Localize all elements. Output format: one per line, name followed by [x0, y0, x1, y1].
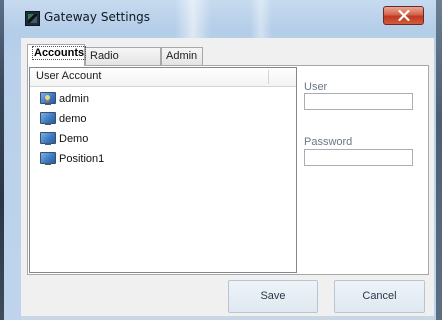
list-column-header[interactable]: User Account: [30, 68, 296, 87]
list-item-label: demo: [59, 113, 87, 125]
accounts-tab-panel: User Account admin demo Demo Position1 U…: [27, 65, 429, 275]
window-title: Gateway Settings: [44, 10, 151, 24]
list-item[interactable]: admin: [38, 91, 268, 108]
close-button[interactable]: [383, 6, 424, 25]
dialog-client-area: Accounts Radio Aliases Admin User Accoun…: [21, 38, 434, 320]
close-icon: [398, 10, 410, 21]
list-item[interactable]: Position1: [38, 151, 268, 168]
window-bottom-border: [21, 316, 434, 320]
tab-admin-label: Admin: [166, 50, 198, 62]
monitor-icon: [40, 152, 56, 166]
title-bar[interactable]: Gateway Settings: [0, 0, 442, 32]
monitor-icon: [40, 132, 56, 146]
password-field[interactable]: [304, 149, 413, 166]
user-account-list[interactable]: User Account admin demo Demo Position1: [29, 67, 297, 273]
admin-user-monitor-icon: [40, 92, 56, 106]
list-item[interactable]: demo: [38, 111, 268, 128]
list-item[interactable]: Demo: [38, 131, 268, 148]
list-item-label: admin: [59, 93, 89, 105]
column-header-user-account: User Account: [36, 70, 102, 82]
gateway-settings-window: Gateway Settings Accounts Radio Aliases …: [0, 0, 442, 320]
list-item-label: Demo: [59, 133, 89, 145]
window-border-right: [436, 0, 442, 320]
window-border-left: [0, 0, 4, 320]
app-icon: [25, 11, 40, 26]
monitor-icon: [40, 112, 56, 126]
tab-accounts[interactable]: Accounts: [27, 44, 87, 66]
user-field[interactable]: [304, 93, 413, 110]
column-separator[interactable]: [268, 70, 269, 84]
cancel-button[interactable]: Cancel: [334, 280, 425, 313]
password-field-label: Password: [304, 136, 353, 148]
tab-admin[interactable]: Admin: [161, 47, 203, 65]
tab-radio-aliases[interactable]: Radio Aliases: [85, 47, 161, 78]
tab-accounts-label: Accounts: [32, 46, 87, 60]
save-button[interactable]: Save: [228, 280, 318, 313]
user-field-label: User: [304, 81, 328, 93]
list-item-label: Position1: [59, 153, 105, 165]
